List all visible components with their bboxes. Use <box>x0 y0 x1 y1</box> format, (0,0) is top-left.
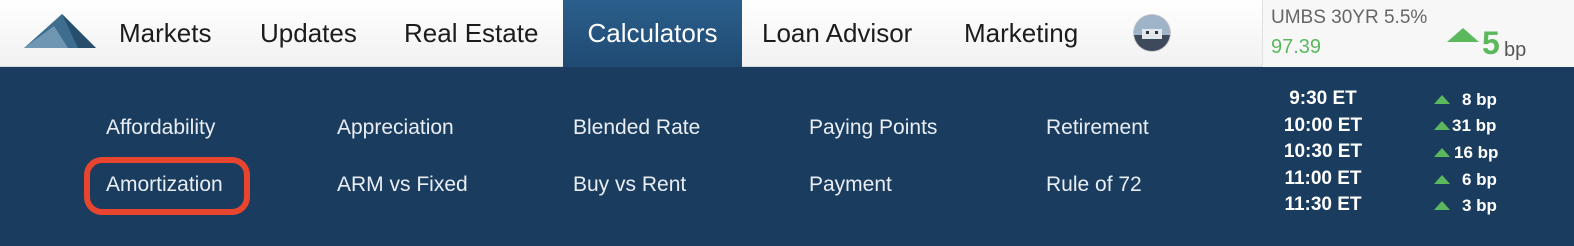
nav-loan-advisor[interactable]: Loan Advisor <box>762 0 912 67</box>
nav-real-estate[interactable]: Real Estate <box>404 0 538 67</box>
calc-arm-vs-fixed[interactable]: ARM vs Fixed <box>337 172 468 198</box>
schedule-change: 6 bp <box>1462 170 1497 189</box>
mbs-ticker[interactable]: UMBS 30YR 5.5% 97.39 5 bp <box>1262 0 1574 67</box>
ticker-unit: bp <box>1504 39 1527 61</box>
schedule-time: 9:30 ET <box>1289 88 1357 109</box>
schedule-change: 3 bp <box>1462 196 1497 215</box>
avatar-image-icon <box>1134 15 1170 51</box>
schedule-time: 11:00 ET <box>1284 168 1362 189</box>
highlight-outline <box>84 157 250 215</box>
schedule-time: 11:30 ET <box>1284 194 1362 215</box>
up-arrow-icon <box>1434 201 1450 210</box>
up-arrow-icon <box>1434 95 1450 104</box>
logo-mountain-icon[interactable] <box>24 12 96 50</box>
nav-marketing[interactable]: Marketing <box>964 0 1078 67</box>
top-nav-bar: Markets Updates Real Estate Calculators … <box>0 0 1574 67</box>
user-avatar[interactable] <box>1134 15 1170 51</box>
schedule-time: 10:30 ET <box>1283 141 1363 162</box>
nav-calculators[interactable]: Calculators <box>563 0 742 67</box>
calc-retirement[interactable]: Retirement <box>1046 115 1149 141</box>
calc-appreciation[interactable]: Appreciation <box>337 115 454 141</box>
calc-paying-points[interactable]: Paying Points <box>809 115 937 141</box>
calc-affordability[interactable]: Affordability <box>106 115 215 141</box>
ticker-up-arrow-icon <box>1447 28 1479 42</box>
ticker-price: 97.39 <box>1271 36 1322 58</box>
schedule-time: 10:00 ET <box>1283 115 1363 136</box>
up-arrow-icon <box>1434 148 1450 157</box>
nav-markets[interactable]: Markets <box>119 0 211 67</box>
up-arrow-icon <box>1434 175 1450 184</box>
schedule-change: 16 bp <box>1454 143 1499 162</box>
up-arrow-icon <box>1434 121 1450 130</box>
calc-blended-rate[interactable]: Blended Rate <box>573 115 700 141</box>
calc-buy-vs-rent[interactable]: Buy vs Rent <box>573 172 686 198</box>
schedule-change: 8 bp <box>1462 90 1497 109</box>
calc-payment[interactable]: Payment <box>809 172 892 198</box>
schedule-change: 31 bp <box>1452 116 1497 135</box>
calc-rule-of-72[interactable]: Rule of 72 <box>1046 172 1142 198</box>
ticker-name: UMBS 30YR 5.5% <box>1271 7 1428 28</box>
ticker-change: 5 <box>1482 25 1500 61</box>
nav-updates[interactable]: Updates <box>260 0 357 67</box>
